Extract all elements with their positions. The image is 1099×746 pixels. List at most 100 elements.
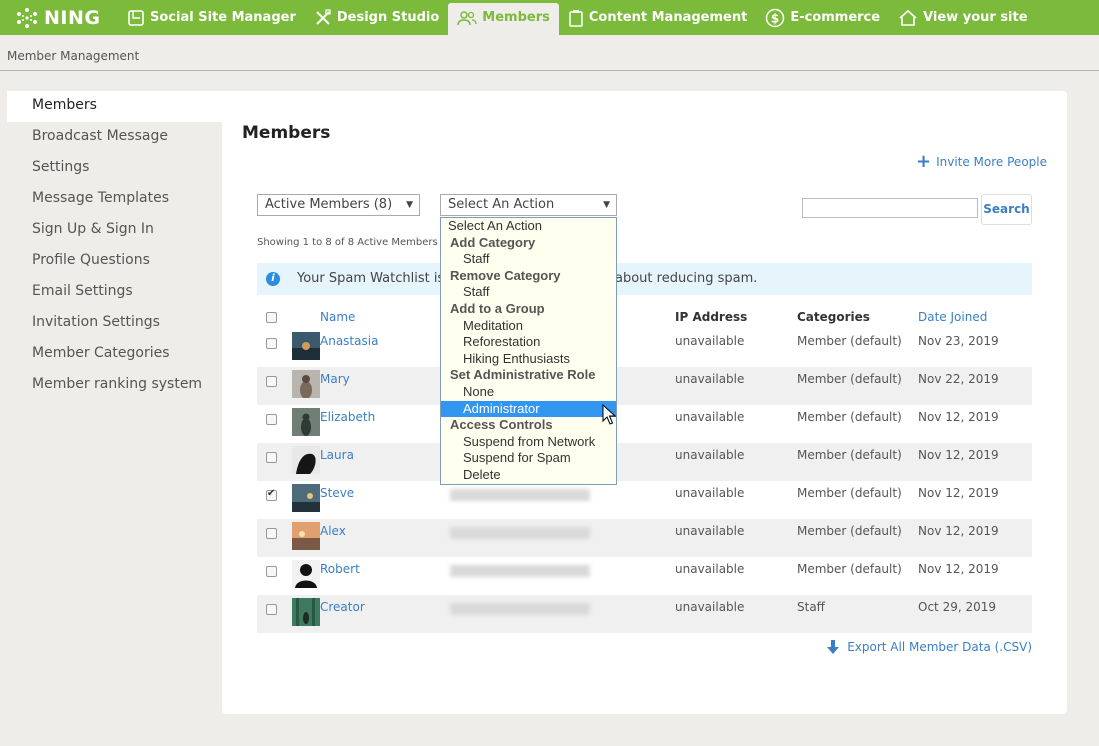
search-button[interactable]: Search: [981, 194, 1032, 225]
mouse-cursor-icon: [602, 404, 616, 425]
ning-logo[interactable]: NING: [0, 0, 118, 35]
invite-more-people-link[interactable]: + Invite More People: [915, 151, 1047, 172]
avatar[interactable]: [292, 408, 320, 436]
nav-view-your-site[interactable]: View your site: [889, 0, 1036, 35]
member-name-link[interactable]: Anastasia: [320, 334, 378, 348]
search-input[interactable]: [802, 198, 978, 218]
avatar[interactable]: [292, 332, 320, 360]
column-header-name[interactable]: Name: [320, 305, 450, 329]
nav-design-studio[interactable]: Design Studio: [305, 0, 448, 35]
member-name-link[interactable]: Steve: [320, 486, 354, 500]
category-cell: Member (default): [797, 562, 902, 576]
dropdown-arrow-icon: ▼: [406, 200, 413, 210]
sidebar-item-members[interactable]: Members: [7, 91, 222, 122]
sidebar-item-sign-up-sign-in[interactable]: Sign Up & Sign In: [7, 215, 222, 246]
menu-option-add-category-staff[interactable]: Staff: [441, 251, 616, 268]
export-label: Export All Member Data (.CSV): [847, 640, 1032, 654]
menu-option-none[interactable]: None: [441, 384, 616, 401]
avatar[interactable]: [292, 560, 320, 588]
nav-ecommerce[interactable]: $ E-commerce: [756, 0, 889, 35]
column-header-date-joined[interactable]: Date Joined: [918, 305, 1032, 329]
export-member-data-link[interactable]: Export All Member Data (.CSV): [826, 639, 1032, 655]
select-all-checkbox[interactable]: [266, 312, 277, 323]
avatar[interactable]: [292, 446, 320, 474]
ip-address-cell: unavailable: [675, 410, 745, 424]
action-dropdown-menu: Select An Action Add Category Staff Remo…: [440, 217, 617, 485]
sidebar-item-invitation-settings[interactable]: Invitation Settings: [7, 308, 222, 339]
plus-icon: +: [915, 151, 932, 172]
row-checkbox[interactable]: [266, 566, 277, 577]
category-cell: Member (default): [797, 334, 902, 348]
avatar[interactable]: [292, 598, 320, 626]
redacted-email: [450, 489, 590, 501]
table-row: Elizabeth unavailable Member (default) N…: [257, 405, 1032, 443]
sidebar-item-email-settings[interactable]: Email Settings: [7, 277, 222, 308]
redacted-email: [450, 603, 590, 615]
sidebar-item-member-ranking-system[interactable]: Member ranking system: [7, 370, 222, 401]
top-nav: NING Social Site Manager Design Studio M…: [0, 0, 1099, 35]
member-name-link[interactable]: Elizabeth: [320, 410, 375, 424]
date-joined-cell: Nov 12, 2019: [918, 486, 999, 500]
row-checkbox[interactable]: [266, 452, 277, 463]
dollar-icon: $: [766, 8, 785, 27]
menu-group-remove-category: Remove Category: [450, 267, 561, 283]
showing-count: Showing 1 to 8 of 8 Active Members: [257, 237, 438, 248]
row-checkbox[interactable]: [266, 376, 277, 387]
member-name-link[interactable]: Robert: [320, 562, 360, 576]
menu-option-meditation[interactable]: Meditation: [441, 318, 616, 335]
square-check-icon: [128, 9, 144, 26]
table-row: Creator unavailable Staff Oct 29, 2019: [257, 595, 1032, 633]
row-checkbox[interactable]: [266, 414, 277, 425]
avatar[interactable]: [292, 484, 320, 512]
nav-members[interactable]: Members: [448, 3, 559, 35]
sidebar-item-broadcast-message[interactable]: Broadcast Message: [7, 122, 222, 153]
redacted-email: [450, 527, 590, 539]
menu-option-delete[interactable]: Delete: [441, 467, 616, 484]
menu-option-administrator[interactable]: Administrator: [441, 400, 616, 418]
ip-address-cell: unavailable: [675, 334, 745, 348]
ip-address-cell: unavailable: [675, 367, 797, 405]
member-name-link[interactable]: Mary: [320, 372, 350, 386]
ning-logo-icon: [17, 7, 37, 28]
redacted-email: [450, 565, 590, 577]
table-header-row: Name IP Address Categories Date Joined: [257, 305, 1032, 329]
ip-address-cell: unavailable: [675, 595, 797, 633]
sidebar-item-profile-questions[interactable]: Profile Questions: [7, 246, 222, 277]
category-cell: Member (default): [797, 367, 918, 405]
menu-option-select-an-action[interactable]: Select An Action: [441, 218, 616, 235]
sidebar-item-settings[interactable]: Settings: [7, 153, 222, 184]
menu-option-suspend-from-network[interactable]: Suspend from Network: [441, 434, 616, 451]
menu-option-remove-category-staff[interactable]: Staff: [441, 284, 616, 301]
ip-address-cell: unavailable: [675, 519, 797, 557]
menu-option-hiking-enthusiasts[interactable]: Hiking Enthusiasts: [441, 351, 616, 368]
nav-content-management[interactable]: Content Management: [559, 0, 756, 35]
ip-address-cell: unavailable: [675, 486, 745, 500]
nav-label: Social Site Manager: [150, 10, 296, 25]
download-arrow-icon: [827, 640, 840, 654]
ip-address-cell: unavailable: [675, 562, 745, 576]
sidebar-item-member-categories[interactable]: Member Categories: [7, 339, 222, 370]
category-cell: Member (default): [797, 443, 918, 481]
nav-social-site-manager[interactable]: Social Site Manager: [118, 0, 305, 35]
category-cell: Member (default): [797, 410, 902, 424]
category-cell: Member (default): [797, 519, 918, 557]
member-name-link[interactable]: Creator: [320, 600, 365, 614]
info-icon: i: [266, 272, 280, 286]
menu-option-reforestation[interactable]: Reforestation: [441, 334, 616, 351]
menu-option-suspend-for-spam[interactable]: Suspend for Spam: [441, 450, 616, 467]
svg-text:$: $: [771, 11, 779, 25]
row-checkbox[interactable]: [266, 528, 277, 539]
member-name-link[interactable]: Laura: [320, 448, 354, 462]
row-checkbox[interactable]: [266, 488, 277, 501]
member-filter-select[interactable]: Active Members (8) ▼: [257, 194, 420, 216]
sidebar-item-message-templates[interactable]: Message Templates: [7, 184, 222, 215]
avatar[interactable]: [292, 522, 320, 550]
avatar[interactable]: [292, 370, 320, 398]
table-row: Mary unavailable Member (default) Nov 22…: [257, 367, 1032, 405]
member-name-link[interactable]: Alex: [320, 524, 346, 538]
row-checkbox[interactable]: [266, 604, 277, 615]
date-joined-cell: Nov 12, 2019: [918, 562, 999, 576]
action-select[interactable]: Select An Action ▼: [440, 194, 617, 216]
tools-icon: [316, 8, 331, 25]
row-checkbox[interactable]: [266, 338, 277, 349]
